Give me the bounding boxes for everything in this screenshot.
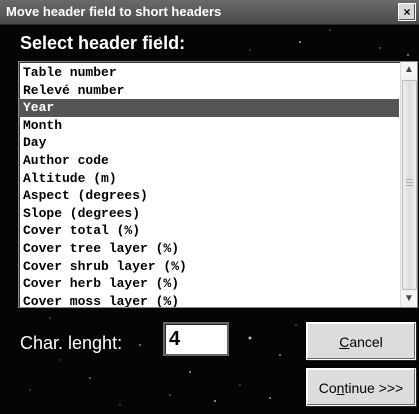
- continue-button[interactable]: Continue >>>: [306, 368, 416, 406]
- char-length-input[interactable]: [163, 322, 229, 356]
- list-item[interactable]: Cover total (%): [19, 222, 399, 240]
- close-button[interactable]: ×: [398, 3, 416, 21]
- list-item[interactable]: Cover tree layer (%): [19, 240, 399, 258]
- list-item[interactable]: Relevé number: [19, 82, 399, 100]
- list-item[interactable]: Author code: [19, 152, 399, 170]
- listbox-scrollbar[interactable]: ▲ ▼: [400, 62, 417, 307]
- title-bar[interactable]: Move header field to short headers ×: [0, 0, 419, 25]
- list-item[interactable]: Year: [19, 99, 399, 117]
- window-title: Move header field to short headers: [6, 4, 222, 19]
- char-length-label: Char. lenght:: [20, 333, 123, 353]
- close-icon: ×: [403, 5, 411, 19]
- list-item[interactable]: Cover shrub layer (%): [19, 258, 399, 276]
- list-item[interactable]: Slope (degrees): [19, 205, 399, 223]
- list-item[interactable]: Cover moss layer (%): [19, 293, 399, 307]
- scroll-down-arrow-icon[interactable]: ▼: [401, 291, 417, 307]
- continue-label-start: Co: [318, 380, 337, 396]
- thumb-grip-line: [406, 182, 413, 183]
- list-item[interactable]: Table number: [19, 64, 399, 82]
- header-field-listbox[interactable]: Table number Relevé number Year Month Day Aut…: [18, 61, 418, 308]
- scrollbar-thumb[interactable]: [402, 80, 417, 290]
- header-field-list[interactable]: Table number Relevé number Year Month Day Aut…: [19, 64, 399, 307]
- select-field-heading: Select header field:: [20, 33, 186, 53]
- list-item[interactable]: Aspect (degrees): [19, 187, 399, 205]
- continue-label-end: tinue >>>: [344, 380, 404, 396]
- list-item[interactable]: Cover herb layer (%): [19, 275, 399, 293]
- cancel-mnemonic: C: [339, 334, 350, 350]
- list-item[interactable]: Month: [19, 117, 399, 135]
- cancel-button[interactable]: Cancel: [306, 322, 416, 360]
- dialog-window: Move header field to short headers × Sel…: [0, 0, 419, 414]
- list-item[interactable]: Altitude (m): [19, 170, 399, 188]
- thumb-grip-line: [406, 185, 413, 186]
- list-item[interactable]: Day: [19, 134, 399, 152]
- thumb-grip-line: [406, 179, 413, 180]
- scroll-up-arrow-icon[interactable]: ▲: [401, 62, 417, 78]
- cancel-label: ancel: [349, 334, 383, 350]
